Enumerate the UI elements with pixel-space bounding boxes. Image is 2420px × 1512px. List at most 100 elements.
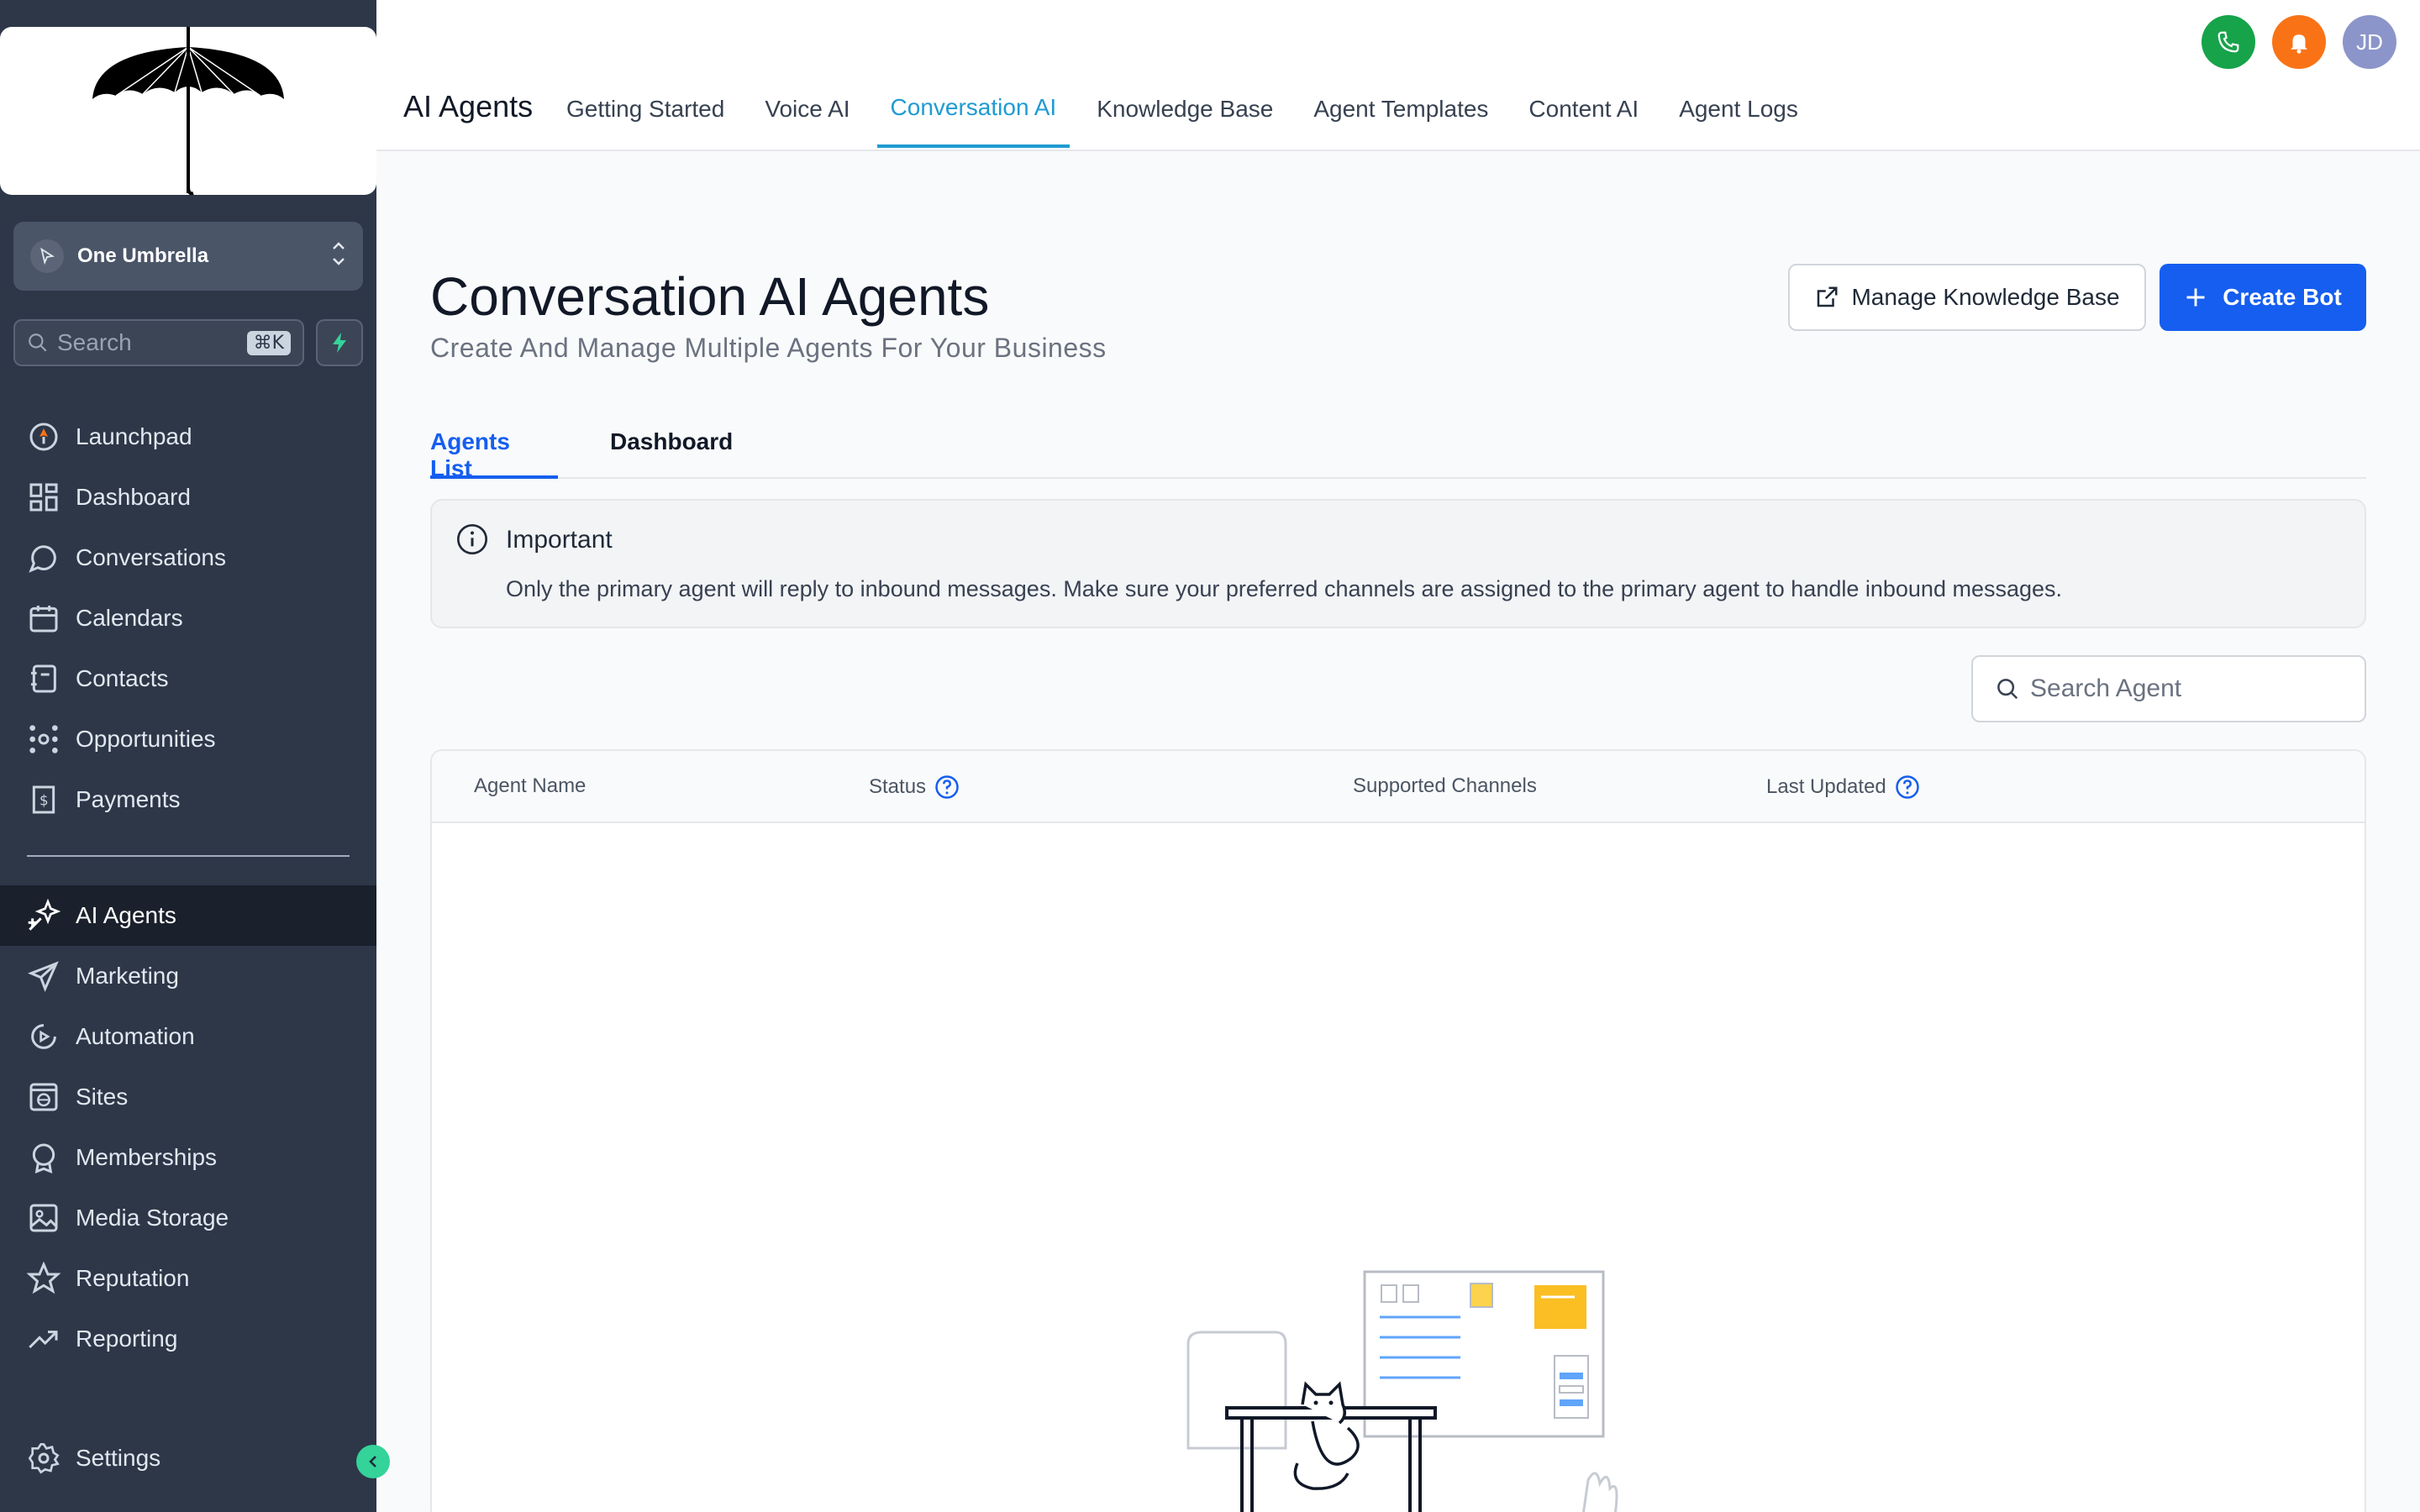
sidebar-search-input[interactable]: Search ⌘K [13,319,304,366]
chevron-updown-icon [331,239,346,274]
column-label: Agent Name [474,774,587,797]
empty-state-illustration [1186,1270,1618,1512]
chat-icon [29,545,56,573]
sidebar-item-label: Reporting [76,1326,178,1352]
sidebar-item-label: Launchpad [76,423,192,449]
sidebar-item-launchpad[interactable]: Launchpad [0,407,376,467]
sidebar-item-opportunities[interactable]: Opportunities [0,709,376,769]
search-icon [29,333,47,352]
cursor-icon [30,239,64,273]
column-label: Last Updated [1766,775,1886,798]
sidebar-item-reporting[interactable]: Reporting [0,1309,376,1369]
page-title: Conversation AI Agents [430,266,990,327]
sidebar-item-memberships[interactable]: Memberships [0,1127,376,1188]
search-agent-placeholder: Search Agent [2030,675,2182,702]
tab-dashboard[interactable]: Dashboard [610,428,733,479]
sidebar-item-label: Settings [76,1445,161,1471]
phone-button[interactable] [2202,15,2255,69]
sidebar-item-conversations[interactable]: Conversations [0,528,376,588]
plus-icon [2186,288,2205,307]
important-notice: Important Only the primary agent will re… [430,499,2366,628]
sparkle-icon [28,899,60,931]
calendar-icon [29,606,58,633]
sidebar-item-sites[interactable]: Sites [0,1067,376,1127]
top-right-actions: JD [2185,15,2396,69]
sidebar-item-automation[interactable]: Automation [0,1006,376,1067]
top-bar: AI Agents Getting Started Voice AI Conve… [376,0,2420,151]
sidebar-item-label: Dashboard [76,484,191,510]
sidebar-item-label: Contacts [76,665,169,691]
sidebar-item-label: Payments [76,786,181,812]
star-icon [27,1262,60,1294]
page-subtitle: Create And Manage Multiple Agents For Yo… [430,333,1107,363]
search-agent-input[interactable]: Search Agent [1971,655,2366,722]
send-icon [28,961,59,992]
sidebar-item-calendars[interactable]: Calendars [0,588,376,648]
chevron-left-icon [369,1456,376,1467]
sidebar: One Umbrella Search ⌘K Launchpad Dashboa… [0,0,376,1512]
table-header: Agent Name Status Supported Channels Las… [432,751,2365,823]
search-icon [1997,679,2018,700]
column-label: Supported Channels [1353,774,1537,797]
payments-icon: $ [32,785,55,814]
collapse-sidebar-button[interactable] [356,1445,390,1478]
sidebar-item-payments[interactable]: $ Payments [0,769,376,830]
tab-content-ai[interactable]: Content AI [1515,81,1652,148]
sidebar-item-label: Automation [76,1023,195,1049]
phone-icon [2217,31,2239,53]
rocket-icon [29,423,58,451]
column-label: Status [869,775,927,798]
info-icon [457,524,487,554]
column-agent-name: Agent Name [474,774,586,798]
globe-icon [29,1083,58,1111]
sidebar-item-dashboard[interactable]: Dashboard [0,467,376,528]
sidebar-item-label: Memberships [76,1144,218,1170]
quick-actions-button[interactable] [316,319,363,366]
sidebar-item-ai-agents[interactable]: AI Agents [0,885,376,946]
automation-icon [31,1024,56,1049]
notifications-button[interactable] [2272,15,2326,69]
column-last-updated: Last Updated [1766,774,1920,800]
sidebar-item-label: Conversations [76,544,226,570]
manage-knowledge-base-button[interactable]: Manage Knowledge Base [1788,264,2146,331]
company-logo[interactable] [0,27,376,195]
sidebar-item-label: Reputation [76,1265,190,1291]
external-link-icon [1818,286,1838,307]
sidebar-item-settings[interactable]: Settings [0,1428,376,1488]
tab-getting-started[interactable]: Getting Started [553,81,738,148]
opportunities-icon [29,725,58,753]
sidebar-item-contacts[interactable]: Contacts [0,648,376,709]
trend-icon [29,1331,58,1349]
app-title: AI Agents [403,89,534,123]
help-circle-icon[interactable] [1895,774,1920,800]
sidebar-item-marketing[interactable]: Marketing [0,946,376,1006]
tab-agent-logs[interactable]: Agent Logs [1665,81,1812,148]
sidebar-divider [27,855,350,857]
avatar[interactable]: JD [2343,15,2396,69]
sidebar-item-label: Opportunities [76,726,216,752]
notice-title: Important [506,526,613,554]
sidebar-item-media-storage[interactable]: Media Storage [0,1188,376,1248]
sidebar-item-label: Marketing [76,963,179,989]
account-switcher[interactable]: One Umbrella [13,222,363,291]
sidebar-item-reputation[interactable]: Reputation [0,1248,376,1309]
contacts-icon [31,664,56,693]
tab-agents-list[interactable]: Agents List [430,428,558,481]
tab-knowledge-base[interactable]: Knowledge Base [1083,81,1286,148]
badge-icon [32,1143,55,1174]
sidebar-item-label: Sites [76,1084,129,1110]
gear-icon [28,1443,60,1474]
column-status: Status [869,774,960,800]
umbrella-logo-icon [92,27,284,195]
tab-agent-templates[interactable]: Agent Templates [1300,81,1502,148]
lightning-icon [333,333,346,353]
tab-voice-ai[interactable]: Voice AI [751,81,863,148]
notice-body: Only the primary agent will reply to inb… [506,576,2063,601]
tab-conversation-ai[interactable]: Conversation AI [876,81,1071,148]
grid-icon [29,483,58,512]
create-bot-button[interactable]: Create Bot [2160,264,2366,331]
subtabs: Agents List Dashboard [430,420,2366,481]
help-circle-icon[interactable] [934,774,960,800]
svg-text:$: $ [39,793,49,809]
agents-table: Agent Name Status Supported Channels Las… [430,749,2366,1512]
